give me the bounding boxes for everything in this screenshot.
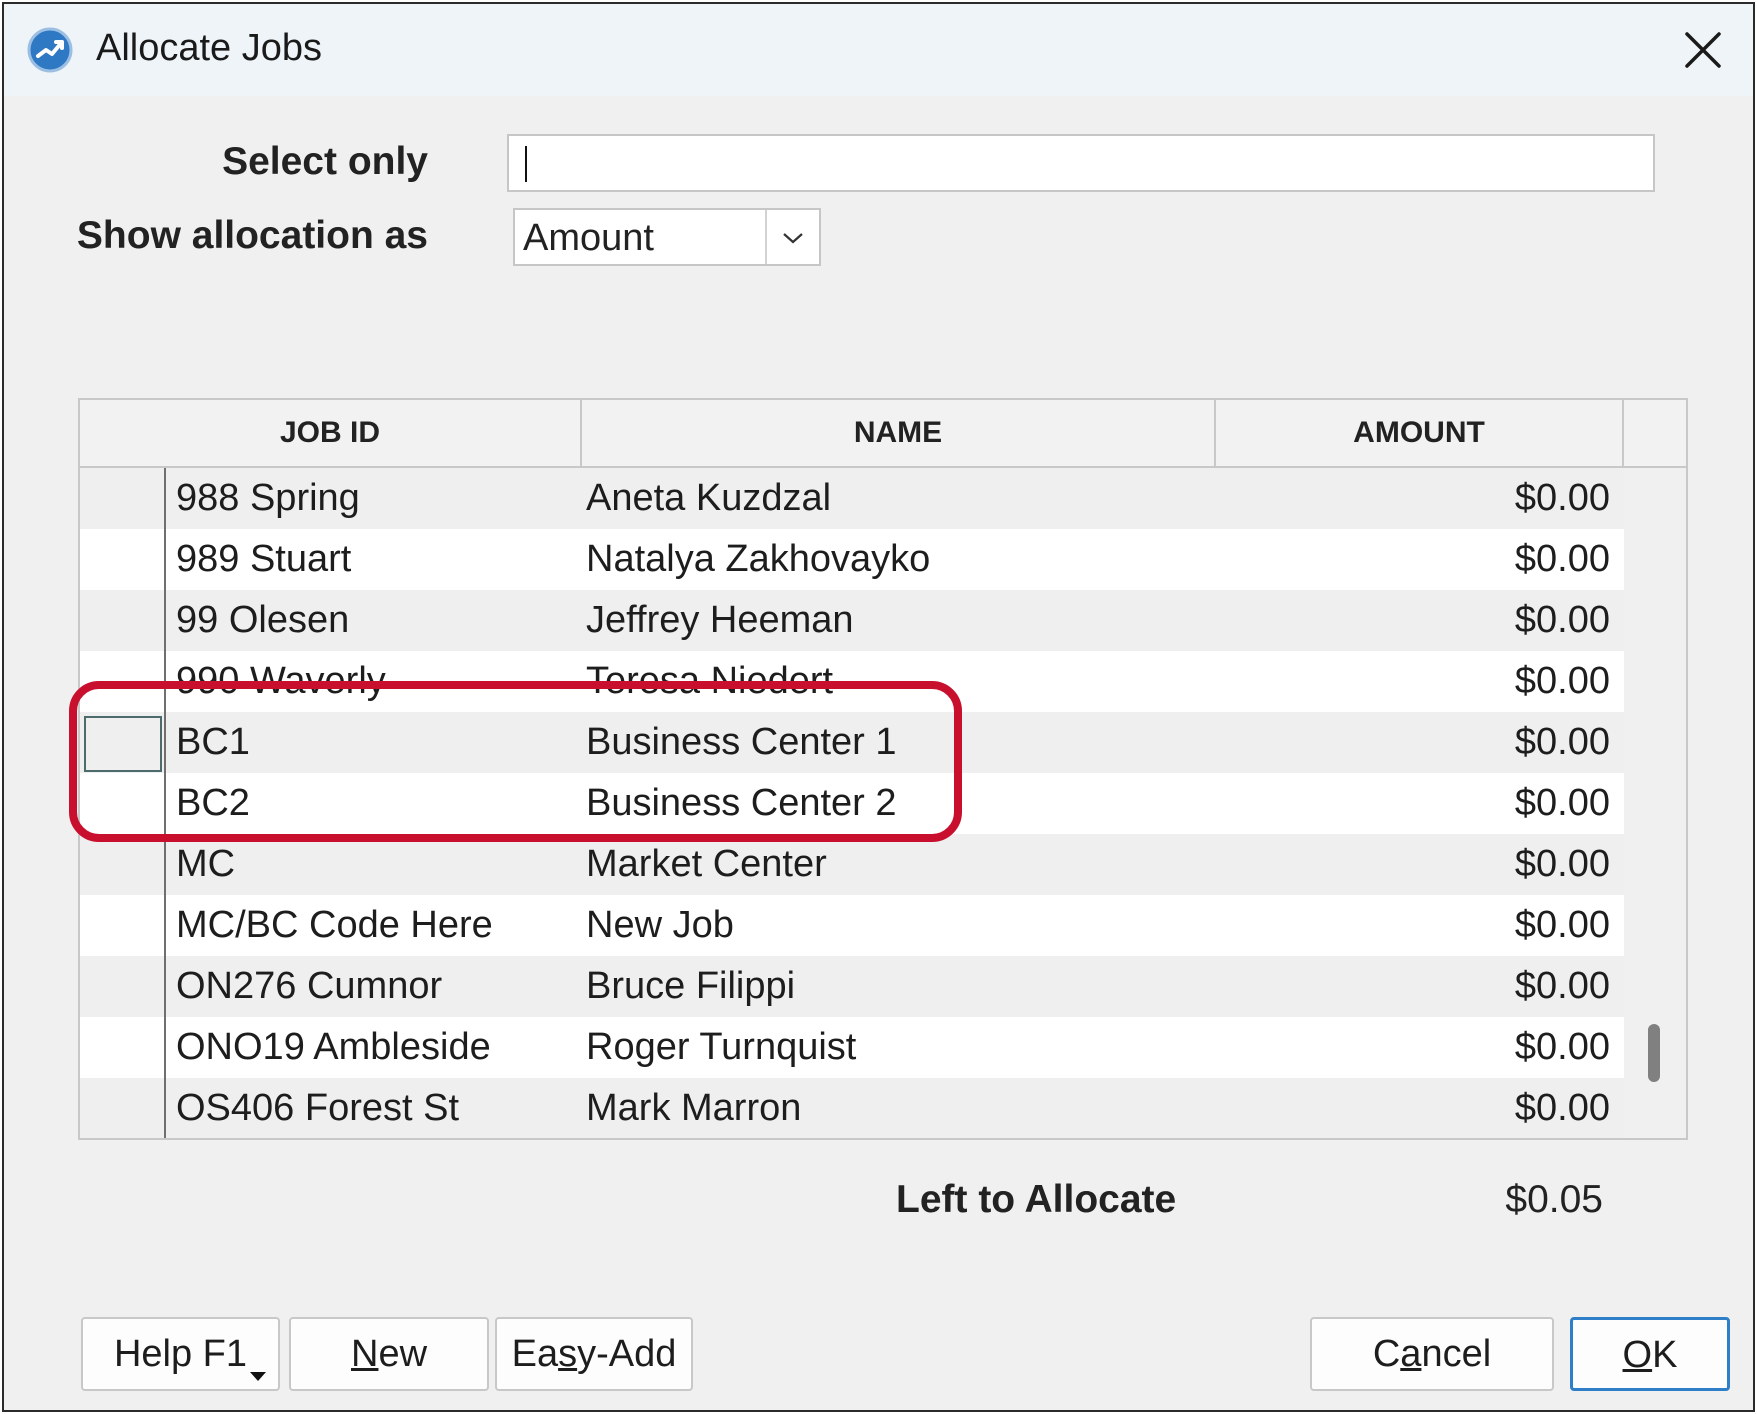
grid-rows: 988 Spring Aneta Kuzdzal $0.00 989 Stuar… xyxy=(80,468,1624,1138)
text-caret xyxy=(525,146,527,182)
table-row[interactable]: ONO19 Ambleside Roger Turnquist $0.00 xyxy=(80,1017,1624,1078)
name-cell: Market Center xyxy=(586,843,827,885)
job-id-cell: MC/BC Code Here xyxy=(176,904,493,946)
cancel-label-prefix: C xyxy=(1372,1333,1401,1375)
table-row[interactable]: MC Market Center $0.00 xyxy=(80,834,1624,895)
row-selector-focused[interactable] xyxy=(80,712,166,773)
name-cell: Bruce Filippi xyxy=(586,965,796,1007)
table-row[interactable]: 988 Spring Aneta Kuzdzal $0.00 xyxy=(80,468,1624,529)
amount-cell[interactable]: $0.00 xyxy=(1515,1078,1610,1138)
row-selector[interactable] xyxy=(80,1078,166,1138)
name-cell: Business Center 2 xyxy=(586,782,897,824)
left-to-allocate-value: $0.05 xyxy=(1505,1178,1603,1221)
easy-add-label-prefix: Ea xyxy=(511,1333,559,1375)
table-row[interactable]: ON276 Cumnor Bruce Filippi $0.00 xyxy=(80,956,1624,1017)
grid-header: JOB ID NAME AMOUNT xyxy=(80,400,1686,468)
easy-add-label-mnemonic: s xyxy=(558,1333,578,1375)
column-header-amount[interactable]: AMOUNT xyxy=(1216,400,1624,466)
ok-button[interactable]: OK xyxy=(1570,1317,1730,1391)
amount-cell[interactable]: $0.00 xyxy=(1515,468,1610,529)
row-selector[interactable] xyxy=(80,956,166,1017)
select-only-input[interactable] xyxy=(507,134,1655,192)
name-cell: Mark Marron xyxy=(586,1087,802,1129)
row-selector[interactable] xyxy=(80,773,166,834)
select-only-label: Select only xyxy=(222,140,428,183)
amount-cell[interactable]: $0.00 xyxy=(1515,712,1610,773)
table-row[interactable]: 990 Waverly Teresa Niedert $0.00 xyxy=(80,651,1624,712)
job-id-cell: OS406 Forest St xyxy=(176,1087,460,1129)
amount-cell[interactable]: $0.00 xyxy=(1515,529,1610,590)
row-selector[interactable] xyxy=(80,1017,166,1078)
show-allocation-select[interactable]: Amount xyxy=(513,208,821,266)
amount-cell[interactable]: $0.00 xyxy=(1515,895,1610,956)
name-cell: Natalya Zakhovayko xyxy=(586,538,931,580)
column-header-spacer xyxy=(1624,400,1690,466)
dropdown-toggle[interactable] xyxy=(765,210,819,264)
show-allocation-label: Show allocation as xyxy=(76,214,428,257)
vertical-scrollbar-thumb[interactable] xyxy=(1648,1024,1660,1082)
job-id-cell: 989 Stuart xyxy=(176,538,352,580)
row-selector[interactable] xyxy=(80,834,166,895)
jobs-grid: JOB ID NAME AMOUNT 988 Spring Aneta Kuzd… xyxy=(78,398,1688,1140)
ok-label-mnemonic: O xyxy=(1622,1334,1653,1376)
cancel-label-rest: ncel xyxy=(1421,1333,1492,1375)
job-id-cell: MC xyxy=(176,843,236,885)
job-id-cell: ON276 Cumnor xyxy=(176,965,443,1007)
help-button-label: Help F1 xyxy=(113,1333,248,1375)
amount-cell[interactable]: $0.00 xyxy=(1515,956,1610,1017)
table-row-selected[interactable]: BC1 Business Center 1 $0.00 xyxy=(80,712,1624,773)
name-cell: Jeffrey Heeman xyxy=(586,599,854,641)
new-label-mnemonic: N xyxy=(350,1333,379,1375)
dropdown-caret-icon xyxy=(250,1372,266,1381)
column-header-name[interactable]: NAME xyxy=(582,400,1216,466)
row-selector[interactable] xyxy=(80,468,166,529)
row-selector[interactable] xyxy=(80,590,166,651)
cancel-button[interactable]: Cancel xyxy=(1310,1317,1554,1391)
name-cell: Teresa Niedert xyxy=(586,660,834,702)
table-row[interactable]: BC2 Business Center 2 $0.00 xyxy=(80,773,1624,834)
window-title: Allocate Jobs xyxy=(96,27,323,69)
new-label-rest: ew xyxy=(378,1333,428,1375)
row-selector[interactable] xyxy=(80,895,166,956)
chevron-down-icon xyxy=(783,233,803,244)
app-logo-icon xyxy=(27,27,73,73)
table-row[interactable]: 989 Stuart Natalya Zakhovayko $0.00 xyxy=(80,529,1624,590)
job-id-cell: 990 Waverly xyxy=(176,660,386,702)
row-selector[interactable] xyxy=(80,651,166,712)
amount-cell[interactable]: $0.00 xyxy=(1515,1017,1610,1078)
name-cell: New Job xyxy=(586,904,734,946)
left-to-allocate-label: Left to Allocate xyxy=(896,1178,1177,1221)
new-button[interactable]: New xyxy=(289,1317,489,1391)
name-cell: Roger Turnquist xyxy=(586,1026,857,1068)
amount-cell[interactable]: $0.00 xyxy=(1515,773,1610,834)
row-selector[interactable] xyxy=(80,529,166,590)
easy-add-button[interactable]: Easy-Add xyxy=(495,1317,693,1391)
close-icon[interactable] xyxy=(1671,18,1735,82)
job-id-cell: 988 Spring xyxy=(176,477,360,519)
job-id-cell: ONO19 Ambleside xyxy=(176,1026,491,1068)
show-allocation-value: Amount xyxy=(523,217,654,259)
name-cell: Aneta Kuzdzal xyxy=(586,477,832,519)
table-row[interactable]: MC/BC Code Here New Job $0.00 xyxy=(80,895,1624,956)
easy-add-label-rest: y-Add xyxy=(577,1333,677,1375)
table-row[interactable]: 99 Olesen Jeffrey Heeman $0.00 xyxy=(80,590,1624,651)
name-cell: Business Center 1 xyxy=(586,721,897,763)
table-row[interactable]: OS406 Forest St Mark Marron $0.00 xyxy=(80,1078,1624,1138)
job-id-cell: BC1 xyxy=(176,721,250,763)
amount-cell[interactable]: $0.00 xyxy=(1515,651,1610,712)
job-id-cell: 99 Olesen xyxy=(176,599,350,641)
amount-cell[interactable]: $0.00 xyxy=(1515,590,1610,651)
column-header-job-id[interactable]: JOB ID xyxy=(80,400,582,466)
title-bar: Allocate Jobs xyxy=(4,4,1753,96)
amount-cell[interactable]: $0.00 xyxy=(1515,834,1610,895)
help-button[interactable]: Help F1 xyxy=(81,1317,280,1391)
cancel-label-mnemonic: a xyxy=(1400,1333,1422,1375)
job-id-cell: BC2 xyxy=(176,782,250,824)
allocate-jobs-dialog: Allocate Jobs Select only Show allocatio… xyxy=(2,2,1755,1412)
ok-label-rest: K xyxy=(1652,1334,1678,1376)
